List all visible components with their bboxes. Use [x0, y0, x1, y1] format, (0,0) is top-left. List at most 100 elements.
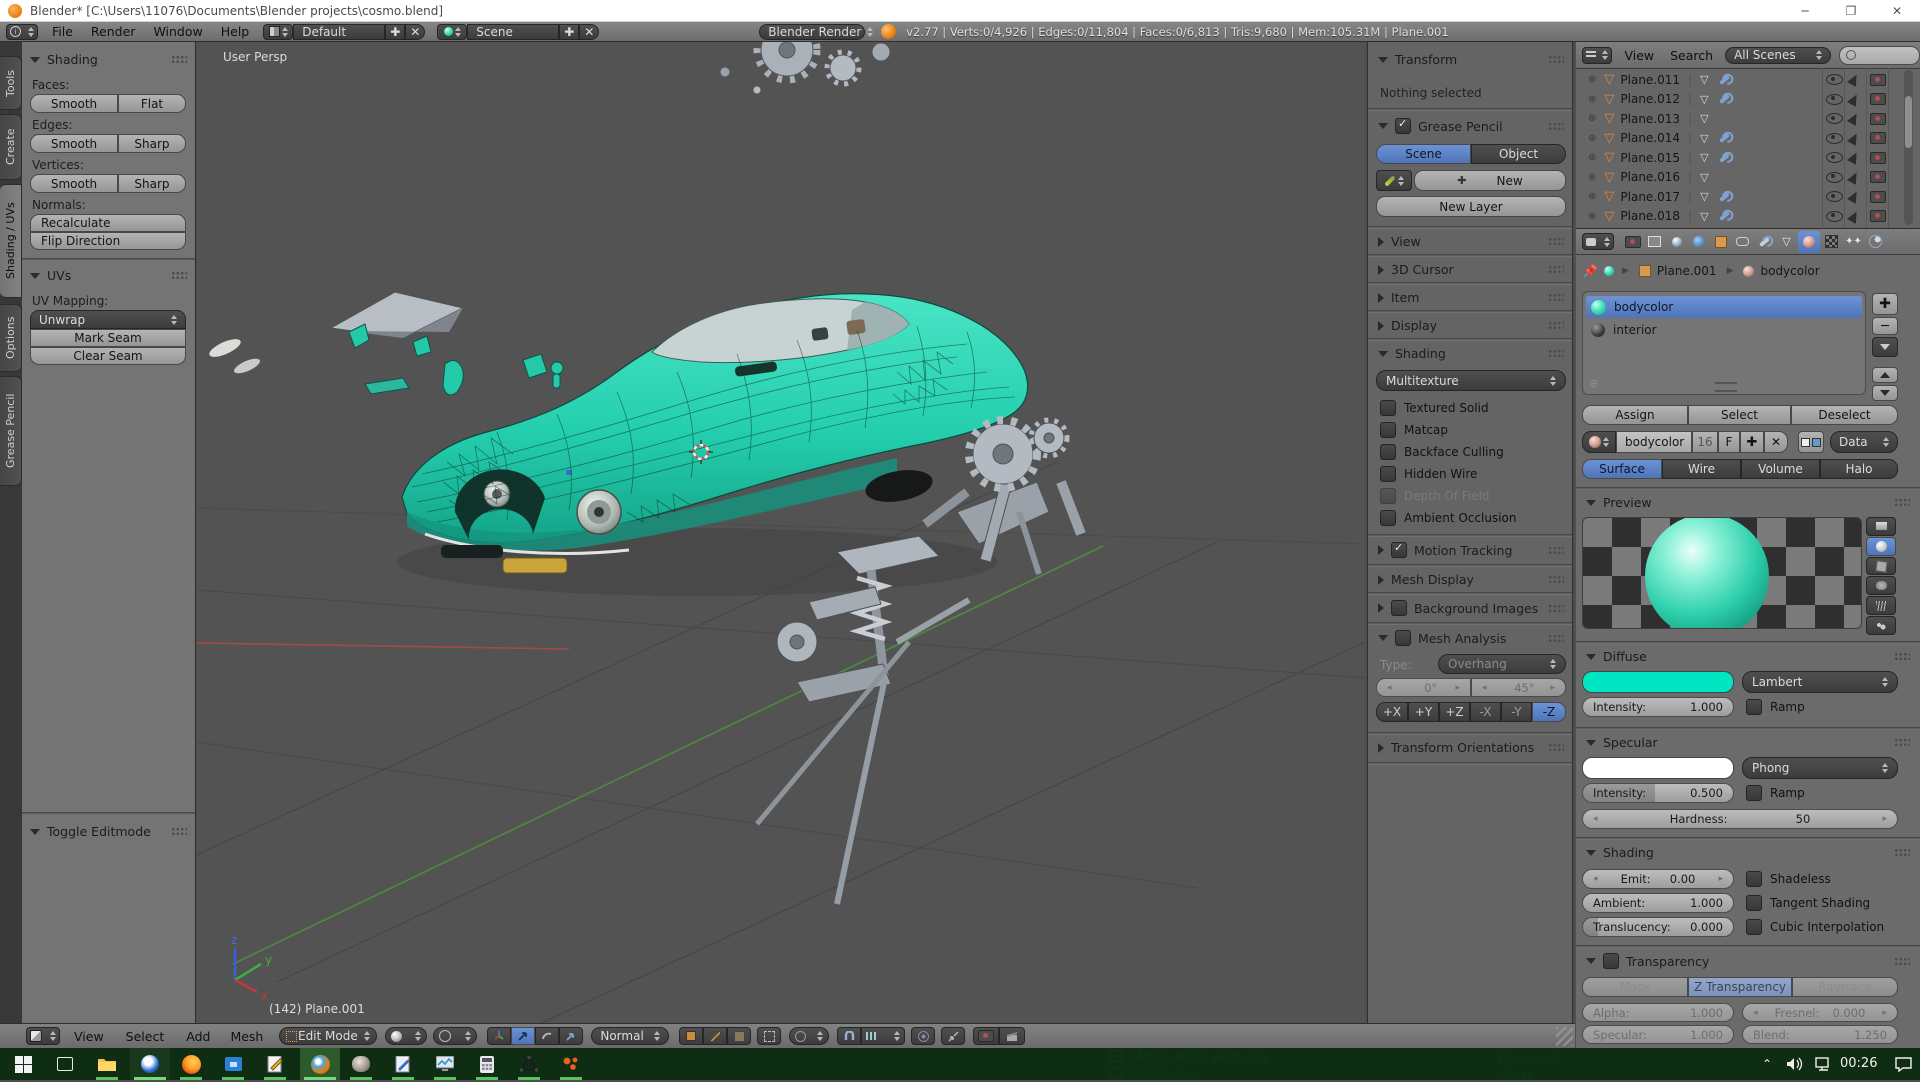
- axis-plus-z-button[interactable]: +Z: [1439, 702, 1470, 722]
- edges-smooth-button[interactable]: Smooth: [30, 134, 118, 153]
- cursor-panel-header[interactable]: 3D Cursor: [1378, 262, 1564, 277]
- vertices-smooth-button[interactable]: Smooth: [30, 174, 118, 193]
- specular-intensity-slider[interactable]: Intensity:0.500: [1582, 783, 1734, 803]
- scene-add-button[interactable]: ✚: [559, 24, 579, 40]
- menu-mesh[interactable]: Mesh: [230, 1029, 263, 1044]
- fake-user-button[interactable]: F: [1718, 431, 1740, 453]
- outliner-row[interactable]: ⊕ ▽ Plane.016 | ▽: [1576, 168, 1886, 187]
- expand-icon[interactable]: ⊕: [1588, 133, 1596, 144]
- material-slot-interior[interactable]: interior: [1586, 320, 1862, 340]
- preview-flat-button[interactable]: [1866, 517, 1896, 536]
- outliner-scope-dropdown[interactable]: All Scenes: [1725, 47, 1831, 64]
- panel-drag-dots[interactable]: [171, 827, 187, 836]
- shading-panel-header[interactable]: Shading: [30, 52, 187, 67]
- renderability-camera-icon[interactable]: [1870, 210, 1886, 222]
- diffuse-intensity-slider[interactable]: Intensity:1.000: [1582, 697, 1734, 717]
- tab-render-layers[interactable]: [1644, 231, 1665, 252]
- browser-app-slot[interactable]: [130, 1048, 170, 1080]
- select-button[interactable]: Select: [1688, 405, 1791, 425]
- panel-drag-dots[interactable]: [171, 55, 187, 64]
- editor-type-selector[interactable]: [26, 1027, 60, 1045]
- tray-chevron-icon[interactable]: ⌃: [1754, 1051, 1780, 1077]
- outliner-row[interactable]: ⊕ ▽ Plane.018 | ▽: [1576, 207, 1886, 226]
- menu-select[interactable]: Select: [126, 1029, 165, 1044]
- expand-icon[interactable]: ⊕: [1588, 94, 1596, 105]
- outliner-row[interactable]: ⊕ ▽ Plane.014 | ▽: [1576, 129, 1886, 148]
- slot-specials-button[interactable]: [1872, 337, 1898, 357]
- photos-app-icon[interactable]: [220, 1051, 246, 1077]
- axis-minus-y-button[interactable]: -Y: [1501, 702, 1532, 722]
- vertices-sharp-button[interactable]: Sharp: [118, 174, 186, 193]
- tangent-shading-option[interactable]: Tangent Shading: [1746, 895, 1870, 911]
- editor-type-selector[interactable]: i: [6, 24, 38, 40]
- use-nodes-button[interactable]: [1798, 431, 1824, 453]
- redo-panel-header[interactable]: Toggle Editmode: [30, 824, 187, 839]
- firefox-icon[interactable]: [178, 1051, 204, 1077]
- editor-type-selector[interactable]: [1582, 233, 1614, 250]
- material-name-field[interactable]: bodycolor: [1616, 431, 1692, 453]
- transparency-ztransp-tab[interactable]: Z Transparency: [1688, 977, 1792, 997]
- file-explorer-icon[interactable]: [94, 1051, 120, 1077]
- screen-layout-name[interactable]: Default: [293, 24, 385, 40]
- pin-icon[interactable]: 📌: [1584, 265, 1596, 277]
- preview-hair-button[interactable]: [1866, 596, 1896, 615]
- limit-selection-button[interactable]: [757, 1027, 781, 1045]
- unlink-material-button[interactable]: ✕: [1764, 431, 1788, 453]
- tab-create[interactable]: Create: [0, 114, 22, 180]
- renderability-camera-icon[interactable]: [1870, 191, 1886, 203]
- depth-of-field-option[interactable]: Depth Of Field: [1380, 488, 1490, 504]
- list-resize-handle[interactable]: [1715, 382, 1737, 392]
- image-editor-app-icon[interactable]: [390, 1051, 416, 1077]
- renderability-camera-icon[interactable]: [1870, 93, 1886, 105]
- outliner-scrollbar[interactable]: [1904, 70, 1913, 225]
- tab-grease-pencil[interactable]: Grease Pencil: [0, 376, 22, 486]
- clock[interactable]: 00:26: [1840, 1056, 1877, 1071]
- mesh-tool-app-icon[interactable]: [516, 1051, 542, 1077]
- mesh-analysis-panel-header[interactable]: Mesh Analysis: [1378, 630, 1564, 646]
- transparency-mask-tab[interactable]: Mask: [1582, 977, 1688, 997]
- mesh-display-panel-header[interactable]: Mesh Display: [1378, 572, 1564, 587]
- material-slot-bodycolor[interactable]: bodycolor: [1586, 296, 1862, 318]
- selectability-cursor-icon[interactable]: [1849, 113, 1859, 124]
- textured-solid-option[interactable]: Textured Solid: [1380, 400, 1489, 416]
- close-button[interactable]: ✕: [1874, 0, 1920, 22]
- tab-physics[interactable]: [1865, 231, 1886, 252]
- task-view-button[interactable]: [52, 1051, 78, 1077]
- diffuse-ramp-option[interactable]: Ramp: [1746, 699, 1805, 715]
- menu-help[interactable]: Help: [221, 24, 250, 39]
- snap-target-button[interactable]: [911, 1027, 935, 1045]
- menu-window[interactable]: Window: [153, 24, 202, 39]
- volume-icon[interactable]: [1782, 1051, 1808, 1077]
- motion-tracking-panel-header[interactable]: Motion Tracking: [1378, 542, 1564, 558]
- preview-panel-header[interactable]: Preview: [1586, 495, 1910, 510]
- snap-magnet-button[interactable]: [837, 1027, 861, 1045]
- mode-dropdown[interactable]: Edit Mode: [279, 1027, 377, 1045]
- type-halo-tab[interactable]: Halo: [1820, 459, 1898, 479]
- gp-scene-tab[interactable]: Scene: [1376, 144, 1471, 164]
- specular-ramp-option[interactable]: Ramp: [1746, 785, 1805, 801]
- add-slot-mini-icon[interactable]: ⊕: [1589, 377, 1598, 390]
- layout-add-button[interactable]: ✚: [385, 24, 405, 40]
- slot-remove-button[interactable]: ─: [1872, 317, 1898, 335]
- menu-render[interactable]: Render: [91, 24, 136, 39]
- expand-icon[interactable]: ⊕: [1588, 152, 1596, 163]
- expand-icon[interactable]: ⊕: [1588, 172, 1596, 183]
- preview-sphere-button[interactable]: [1866, 537, 1896, 556]
- mark-seam-button[interactable]: Mark Seam: [30, 329, 186, 347]
- outliner-row[interactable]: ⊕ ▽ Plane.017 | ▽: [1576, 187, 1886, 206]
- tab-shading-uvs[interactable]: Shading / UVs: [0, 184, 22, 298]
- system-monitor-app-icon[interactable]: [432, 1051, 458, 1077]
- viewport-3d[interactable]: z y x User Persp (142) Plane.001: [197, 42, 1365, 1023]
- selectability-cursor-icon[interactable]: [1849, 211, 1859, 222]
- tab-scene[interactable]: [1666, 231, 1687, 252]
- editor-type-selector[interactable]: [1582, 47, 1612, 64]
- diffuse-panel-header[interactable]: Diffuse: [1586, 649, 1910, 664]
- diffuse-shader-dropdown[interactable]: Lambert: [1742, 671, 1898, 693]
- manipulator-scale-button[interactable]: [559, 1027, 583, 1045]
- recalculate-button[interactable]: Recalculate: [30, 214, 186, 232]
- gp-object-tab[interactable]: Object: [1471, 144, 1566, 164]
- tab-object-data[interactable]: ▽: [1776, 231, 1797, 252]
- transparency-panel-header[interactable]: Transparency: [1586, 953, 1910, 969]
- diffuse-color-swatch[interactable]: [1582, 671, 1734, 693]
- outliner-menu-search[interactable]: Search: [1670, 48, 1713, 63]
